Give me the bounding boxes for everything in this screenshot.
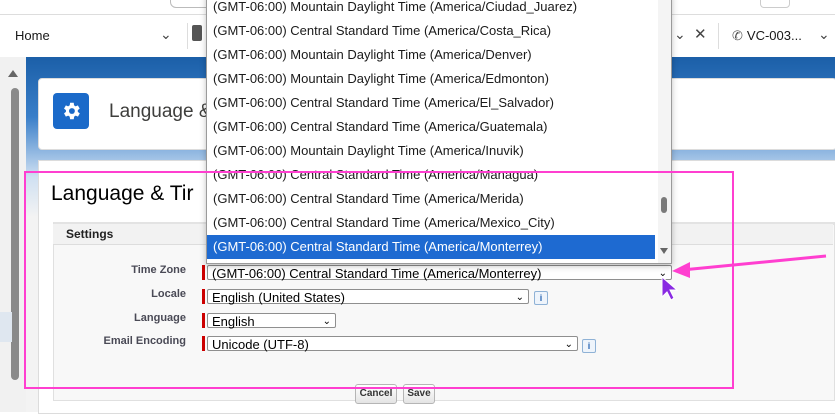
dropdown-option[interactable]: (GMT-06:00) Mountain Daylight Time (Amer… (207, 43, 655, 67)
record-icon (192, 25, 202, 41)
tab-divider (187, 23, 188, 49)
tab-home[interactable]: Home ⌄ (0, 15, 210, 57)
close-icon[interactable]: ✕ (694, 25, 707, 43)
phone-icon: ✆ (732, 28, 743, 43)
chevron-down-icon[interactable]: ⌄ (818, 26, 830, 43)
tab-divider (718, 23, 719, 49)
dropdown-option[interactable]: (GMT-06:00) Central Standard Time (Ameri… (207, 91, 655, 115)
left-edge-panel (0, 312, 12, 342)
tab-vc[interactable]: ✆ VC-003... (732, 28, 802, 44)
page-header-title: Language & (109, 101, 212, 122)
dropdown-option[interactable]: (GMT-06:00) Central Standard Time (Ameri… (207, 115, 655, 139)
tab-home-label: Home (15, 28, 50, 43)
dropdown-option[interactable]: (GMT-06:00) Mountain Daylight Time (Amer… (207, 139, 655, 163)
annotation-highlight-box (24, 171, 734, 389)
chevron-down-icon[interactable]: ⌄ (160, 26, 172, 43)
scrollbar-thumb[interactable] (11, 88, 19, 380)
chevron-down-icon[interactable]: ⌄ (674, 26, 686, 43)
dropdown-option[interactable]: (GMT-06:00) Mountain Daylight Time (Amer… (207, 67, 655, 91)
top-small-button[interactable] (760, 0, 790, 8)
tab-vc-label: VC-003... (746, 28, 802, 43)
dropdown-option[interactable]: (GMT-06:00) Mountain Daylight Time (Amer… (207, 0, 655, 19)
scroll-up-arrow-icon[interactable] (8, 70, 18, 77)
gear-icon (53, 93, 89, 129)
dropdown-option[interactable]: (GMT-06:00) Central Standard Time (Ameri… (207, 19, 655, 43)
